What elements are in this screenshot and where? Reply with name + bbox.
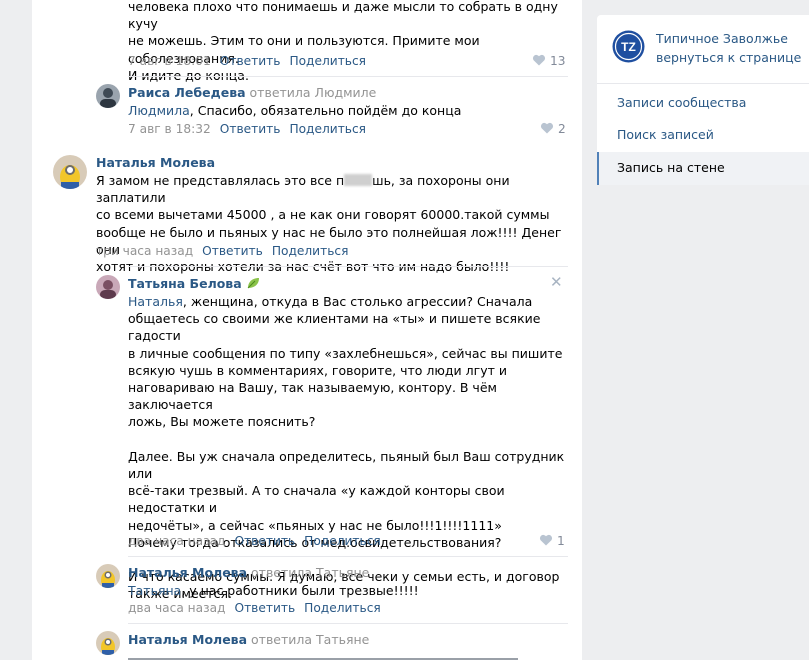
comment-meta: два часа назад Ответить Поделиться <box>128 534 390 548</box>
svg-text:TZ: TZ <box>621 40 636 54</box>
avatar[interactable] <box>53 155 87 189</box>
replied-to: ответила Людмиле <box>249 85 377 100</box>
comment-text-line: всё-таки трезвый. А то сначала «у каждой… <box>128 483 505 516</box>
comment-text-part: Я замом не представлялась это все п <box>96 173 345 188</box>
divider <box>128 556 568 557</box>
comment-text: Я замом не представлялась это все п шь, з… <box>96 172 571 275</box>
comment-body: человека плохо что понимаешь и даже мысл… <box>128 0 568 84</box>
author-name[interactable]: Наталья Молева <box>96 155 215 170</box>
comment-meta: 7 авг в 18:01 Ответить Поделиться <box>128 54 375 68</box>
community-sidebar: TZ Типичное Заволжье вернуться к страниц… <box>597 15 809 185</box>
comment-text-cut <box>128 653 528 660</box>
heart-icon <box>532 54 546 66</box>
sidebar-item-search-posts[interactable]: Поиск записей <box>617 127 714 142</box>
heart-icon <box>539 534 553 546</box>
reply-link[interactable]: Ответить <box>234 601 295 615</box>
avatar[interactable] <box>96 84 120 108</box>
replied-to: ответила Татьяне <box>251 565 370 580</box>
like-count: 2 <box>558 122 566 136</box>
comment-header: Татьяна Белова <box>128 276 260 291</box>
comment-text-line: со всеми вычетами 45000 , а не как они г… <box>96 207 550 223</box>
comment-meta: три часа назад Ответить Поделиться <box>96 244 357 258</box>
comment-text-line: недочёты», а сейчас «пьяных у нас не был… <box>128 517 502 533</box>
comment-text-part: , женщина, откуда в Вас столько агрессии… <box>182 294 533 309</box>
comment-meta: 7 авг в 18:32 Ответить Поделиться <box>128 122 375 136</box>
divider <box>128 76 568 77</box>
comment-text-line: общаетесь со своими же клиентами на «ты»… <box>128 311 541 344</box>
reply-link[interactable]: Ответить <box>202 244 263 258</box>
like-count: 13 <box>550 54 566 68</box>
mention-link[interactable]: Татьяна <box>128 583 181 598</box>
mention-link[interactable]: Людмила <box>128 103 190 118</box>
replied-to: ответила Татьяне <box>251 632 370 647</box>
comment-text-rest: , Спасибо, обязательно пойдём до конца <box>189 103 462 118</box>
comment-text-line: человека плохо что понимаешь и даже мысл… <box>128 0 558 32</box>
share-link[interactable]: Поделиться <box>304 601 381 615</box>
author-name[interactable]: Наталья Молева <box>128 565 247 580</box>
divider <box>128 623 568 624</box>
comment-text-line: Я замом не представлялась это все п шь, з… <box>96 172 571 206</box>
comment-text-line <box>128 431 568 448</box>
comment-header: Наталья Молева ответила Татьяне <box>128 632 369 647</box>
comments-panel: человека плохо что понимаешь и даже мысл… <box>32 0 582 660</box>
leaf-icon <box>247 278 259 289</box>
comment-text-line: наговариваю на Вашу, так называемую, кон… <box>128 380 497 413</box>
comment-time[interactable]: два часа назад <box>128 534 225 548</box>
comment-text-rest: , у нас работники были трезвые!!!!! <box>181 583 419 598</box>
back-to-page-link[interactable]: вернуться к странице <box>656 50 801 65</box>
comment-header: Наталья Молева ответила Татьяне <box>128 565 369 580</box>
comment-text-line: в личные сообщения по типу «захлебнешься… <box>128 345 563 361</box>
comment-text-line: ложь, Вы можете пояснить? <box>128 414 316 430</box>
reply-link[interactable]: Ответить <box>234 534 295 548</box>
share-link[interactable]: Поделиться <box>272 244 349 258</box>
comment-time[interactable]: три часа назад <box>96 244 193 258</box>
comment-text: Людмила, Спасибо, обязательно пойдём до … <box>128 102 568 119</box>
like-count: 1 <box>557 534 565 548</box>
sidebar-item-label: Запись на стене <box>617 160 725 175</box>
like-button[interactable]: 1 <box>539 534 565 548</box>
comment-meta: два часа назад Ответить Поделиться <box>128 601 390 615</box>
comment-text-line: всякую чушь в комментариях, говорите, чт… <box>128 362 507 378</box>
community-name[interactable]: Типичное Заволжье <box>656 31 788 46</box>
author-name[interactable]: Наталья Молева <box>128 632 247 647</box>
community-logo[interactable]: TZ <box>612 30 645 63</box>
author-name[interactable]: Раиса Лебедева <box>128 85 246 100</box>
avatar[interactable] <box>96 275 120 299</box>
share-link[interactable]: Поделиться <box>304 534 381 548</box>
heart-icon <box>540 122 554 134</box>
comment-time[interactable]: 7 авг в 18:32 <box>128 122 211 136</box>
avatar[interactable] <box>96 564 120 588</box>
comment-header: Наталья Молева <box>96 155 215 170</box>
share-link[interactable]: Поделиться <box>289 54 366 68</box>
avatar[interactable] <box>96 631 120 655</box>
sidebar-item-community-posts[interactable]: Записи сообщества <box>617 95 746 110</box>
blurred-text <box>344 174 373 186</box>
divider <box>128 266 568 267</box>
like-button[interactable]: 2 <box>540 122 566 136</box>
reply-link[interactable]: Ответить <box>220 54 281 68</box>
reply-link[interactable]: Ответить <box>220 122 281 136</box>
divider <box>597 83 809 84</box>
comment-text-line: Далее. Вы уж сначала определитесь, пьяны… <box>128 448 565 482</box>
comment-time[interactable]: два часа назад <box>128 601 225 615</box>
sidebar-item-wall-post[interactable]: Запись на стене <box>597 152 809 185</box>
share-link[interactable]: Поделиться <box>289 122 366 136</box>
close-icon[interactable]: ✕ <box>550 273 563 291</box>
tz-logo-icon: TZ <box>612 30 645 63</box>
comment-header: Раиса Лебедева ответила Людмиле <box>128 85 376 100</box>
author-name[interactable]: Татьяна Белова <box>128 276 242 291</box>
like-button[interactable]: 13 <box>532 54 566 68</box>
mention-link[interactable]: Наталья <box>128 294 183 309</box>
comment-time[interactable]: 7 авг в 18:01 <box>128 54 211 68</box>
comment-text: Татьяна, у нас работники были трезвые!!!… <box>128 582 568 599</box>
comment-text: человека плохо что понимаешь и даже мысл… <box>128 0 568 84</box>
comment-text-line: Наталья, женщина, откуда в Вас столько а… <box>128 293 568 310</box>
